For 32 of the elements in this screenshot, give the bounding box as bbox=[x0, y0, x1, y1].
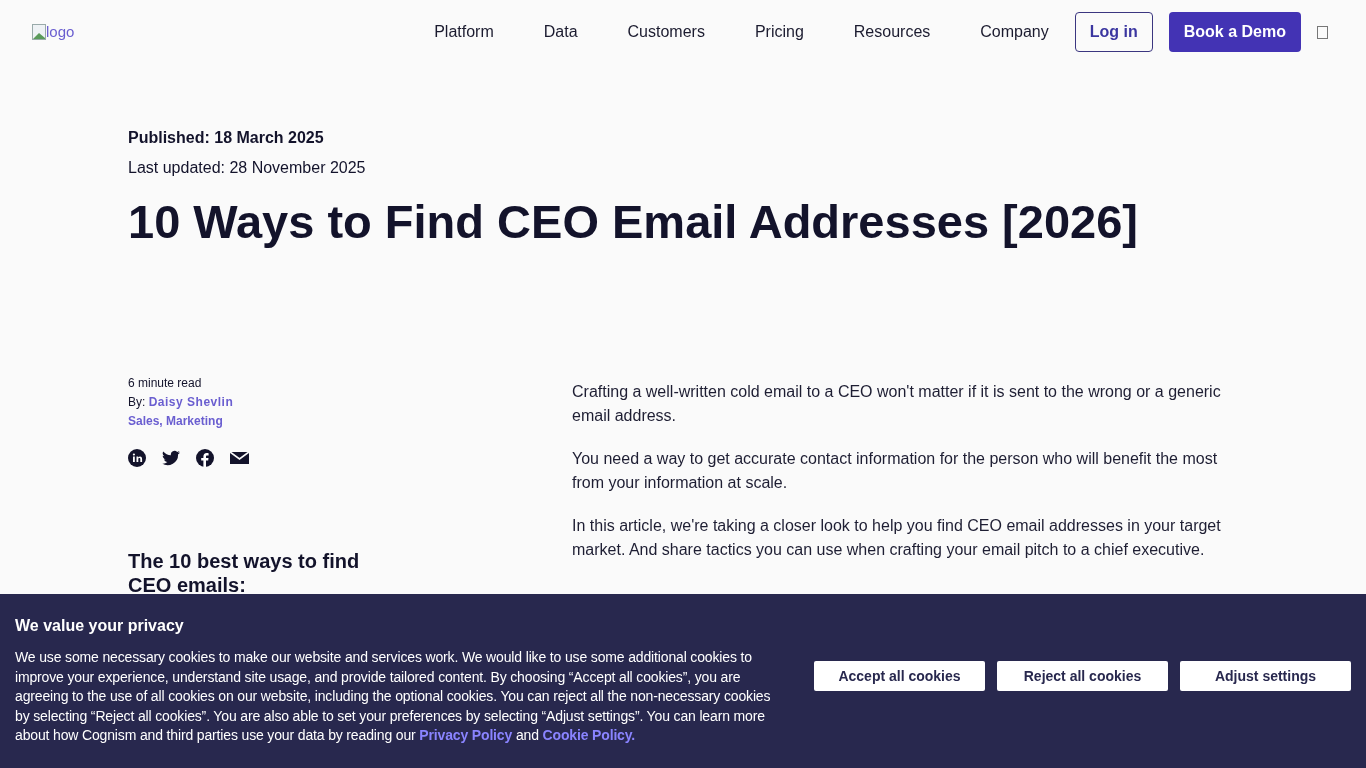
cookie-button[interactable]: Adjust settings bbox=[1180, 661, 1351, 691]
nav-link[interactable]: Data bbox=[543, 20, 578, 44]
cookie-button[interactable]: Reject all cookies bbox=[997, 661, 1168, 691]
banner-title: We value your privacy bbox=[15, 616, 185, 636]
body-paragraph: You need a way to get accurate contact information for the person who will benefit the most from your information at scale. bbox=[572, 449, 1219, 494]
policy-link[interactable]: Cookie Policy. bbox=[542, 727, 636, 743]
body-paragraph: Crafting a well-written cold email to a CEO won't matter if it is sent to the wrong or a generic email address. bbox=[572, 382, 1222, 427]
banner-text: We use some necessary cookies to make our website and services work. We would like to use some additional cookies to improve your experience, understand site usage, and provide tailored content. By choosing “Accept all cookies”, you are agreeing to the use of all cookies on our website, including the optional cookies. You can reject all the non-necessary cookies by selecting “Reject all cookies”. You are also able to set your preferences by selecting “Adjust settings”. You can learn more about how Cognism and third parties use your data by reading our Privacy Policy and Cookie Policy. bbox=[15, 648, 772, 745]
nav-link[interactable]: Resources bbox=[853, 20, 931, 44]
policy-link[interactable]: Privacy Policy bbox=[419, 727, 513, 743]
twitter-bird-icon[interactable] bbox=[162, 449, 181, 468]
cookie-button[interactable]: Accept all cookies bbox=[814, 661, 985, 691]
linkedin-icon[interactable] bbox=[128, 449, 147, 468]
logo-link[interactable]: logo bbox=[32, 20, 75, 44]
facebook-icon[interactable] bbox=[196, 449, 215, 468]
category-links[interactable]: Sales, Marketing bbox=[128, 412, 572, 431]
nav-link[interactable]: Platform bbox=[434, 20, 494, 44]
nav-link[interactable]: Customers bbox=[627, 20, 705, 44]
login-button[interactable]: Log in bbox=[1074, 12, 1153, 52]
published-date: Published: 18 March 2025 bbox=[128, 128, 325, 148]
updated-date: Last updated: 28 November 2025 bbox=[128, 158, 367, 178]
broken-image-icon bbox=[32, 24, 46, 40]
body-paragraph: In this article, we're taking a closer look to help you find CEO email addresses in your target market. And share tactics you can use when crafting your email pitch to a chief executive. bbox=[572, 516, 1222, 561]
byline-label: By: bbox=[128, 395, 146, 410]
toc-heading: The 10 best ways to find CEO emails: bbox=[128, 549, 361, 598]
author-link[interactable]: Daisy Shevlin bbox=[148, 395, 234, 410]
article-title: 10 Ways to Find CEO Email Addresses [2026] bbox=[128, 194, 1139, 250]
nav-link[interactable]: Company bbox=[980, 20, 1049, 44]
book-demo-button[interactable]: Book a Demo bbox=[1168, 12, 1301, 52]
nav-link[interactable]: Pricing bbox=[754, 20, 804, 44]
menu-icon[interactable] bbox=[1317, 25, 1328, 39]
read-time: 6 minute read bbox=[128, 375, 203, 393]
